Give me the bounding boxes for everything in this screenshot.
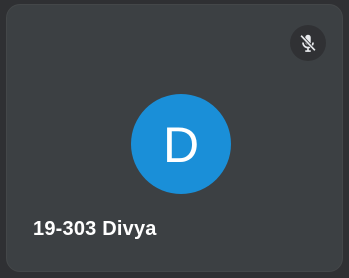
participant-name: 19-303 Divya [33, 218, 157, 240]
mic-off-icon [290, 25, 326, 61]
participant-tile[interactable]: D 19-303 Divya [6, 4, 343, 272]
avatar-initial: D [162, 117, 200, 173]
avatar: D [131, 94, 231, 194]
